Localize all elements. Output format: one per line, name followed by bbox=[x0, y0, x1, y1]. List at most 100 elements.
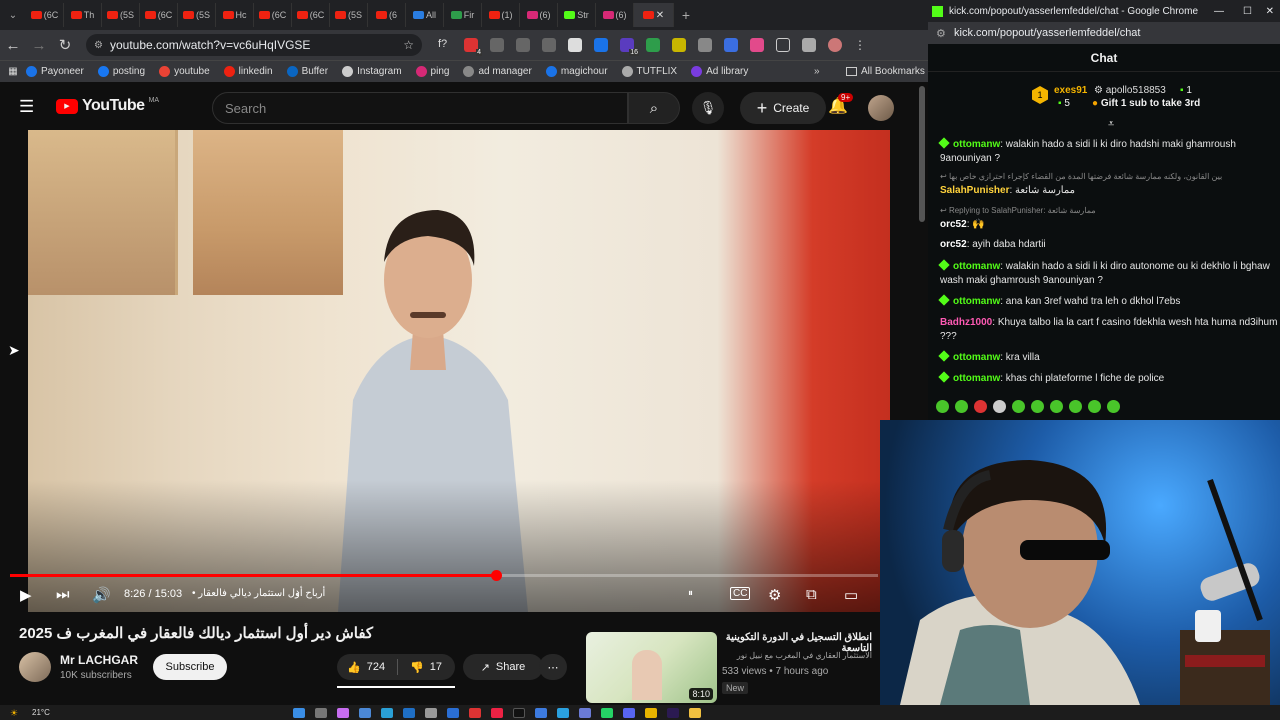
app-icon[interactable] bbox=[425, 707, 437, 718]
menu-icon[interactable]: ☰ bbox=[19, 97, 34, 117]
reload-icon[interactable]: ↻ bbox=[52, 36, 78, 54]
video-player[interactable] bbox=[28, 130, 890, 612]
gifter-name[interactable]: ⚙ apollo518853 bbox=[1094, 85, 1166, 96]
weather-icon[interactable]: ☀ bbox=[10, 708, 22, 718]
app-icon[interactable] bbox=[447, 707, 459, 718]
new-tab-icon[interactable]: + bbox=[674, 7, 698, 23]
search-input[interactable]: Search bbox=[212, 92, 628, 124]
extension-icon[interactable] bbox=[724, 38, 738, 52]
channel-name[interactable]: Mr LACHGAR bbox=[60, 653, 138, 667]
puzzle-icon[interactable] bbox=[776, 38, 790, 52]
apps-icon[interactable]: ▦ bbox=[0, 66, 26, 77]
chat-username[interactable]: ottomanw bbox=[953, 352, 1000, 363]
like-count[interactable]: 724 bbox=[367, 661, 385, 673]
extension-icon[interactable] bbox=[516, 38, 530, 52]
bookmark-item[interactable]: ping bbox=[415, 66, 449, 77]
voice-search-button[interactable]: 🎙 bbox=[692, 92, 724, 124]
gifter-name[interactable]: exes91 bbox=[1054, 85, 1087, 96]
bookmark-item[interactable]: Payoneer bbox=[26, 66, 84, 77]
account-avatar[interactable] bbox=[868, 95, 894, 121]
chevron-right-icon[interactable]: › bbox=[296, 587, 300, 599]
bookmark-item[interactable]: ad manager bbox=[463, 66, 532, 77]
back-icon[interactable]: ← bbox=[0, 37, 26, 54]
emote-icon[interactable] bbox=[1050, 400, 1063, 413]
more-actions-button[interactable]: ⋯ bbox=[539, 654, 567, 680]
bookmark-item[interactable]: posting bbox=[97, 66, 145, 77]
channel-avatar[interactable] bbox=[19, 652, 51, 682]
close-icon[interactable]: ✕ bbox=[1266, 6, 1274, 17]
chat-username[interactable]: ottomanw bbox=[953, 373, 1000, 384]
browser-tab[interactable]: (6C bbox=[26, 3, 64, 27]
recommended-video-thumbnail[interactable]: 8:10 bbox=[586, 632, 717, 703]
app-icon[interactable] bbox=[535, 707, 547, 718]
site-info-icon[interactable]: ⚙ bbox=[94, 40, 103, 51]
volume-icon[interactable]: 🔊 bbox=[92, 586, 111, 604]
recommended-channel[interactable]: الاستثمار العقاري في المغرب مع نبيل نور bbox=[722, 651, 872, 660]
browser-tab[interactable]: Str bbox=[558, 3, 596, 27]
emote-icon[interactable] bbox=[1088, 400, 1101, 413]
emote-icon[interactable] bbox=[1012, 400, 1025, 413]
app-icon[interactable] bbox=[403, 707, 415, 718]
extension-icon[interactable] bbox=[542, 38, 556, 52]
extension-icon[interactable] bbox=[698, 38, 712, 52]
progress-bar[interactable] bbox=[10, 570, 878, 581]
browser-tab[interactable]: (6) bbox=[520, 3, 558, 27]
telegram-icon[interactable] bbox=[557, 707, 569, 718]
emote-icon[interactable] bbox=[974, 400, 987, 413]
extension-icon[interactable] bbox=[646, 38, 660, 52]
chrome-icon[interactable] bbox=[645, 707, 657, 718]
media-icon[interactable] bbox=[802, 38, 816, 52]
captions-icon[interactable]: CC bbox=[730, 587, 751, 600]
extension-icon[interactable] bbox=[672, 38, 686, 52]
emote-icon[interactable] bbox=[1069, 400, 1082, 413]
windows-start-icon[interactable] bbox=[293, 707, 305, 718]
extension-icon[interactable] bbox=[490, 38, 504, 52]
emote-icon[interactable] bbox=[936, 400, 949, 413]
bookmark-item[interactable]: linkedin bbox=[223, 66, 273, 77]
chat-username[interactable]: SalahPunisher bbox=[940, 185, 1009, 196]
extension-icon[interactable] bbox=[750, 38, 764, 52]
app-icon[interactable] bbox=[579, 707, 591, 718]
subscribe-button[interactable]: Subscribe bbox=[153, 654, 227, 680]
edge-icon[interactable] bbox=[381, 707, 393, 718]
chat-username[interactable]: ottomanw bbox=[953, 261, 1000, 272]
chat-username[interactable]: ottomanw bbox=[953, 296, 1000, 307]
bookmark-item[interactable]: Ad library bbox=[691, 66, 748, 77]
browser-tab[interactable]: (5S bbox=[178, 3, 216, 27]
forward-icon[interactable]: → bbox=[26, 37, 52, 54]
chat-username[interactable]: orc52 bbox=[940, 219, 967, 230]
tab-active-youtube[interactable]: ✕ bbox=[634, 3, 674, 27]
bookmark-item[interactable]: Instagram bbox=[342, 66, 402, 77]
all-bookmarks-folder[interactable]: All Bookmarks bbox=[846, 66, 925, 77]
minimize-icon[interactable]: — bbox=[1214, 6, 1224, 17]
next-icon[interactable]: ⏭ bbox=[56, 586, 70, 603]
thumbs-up-icon[interactable]: 👍 bbox=[347, 661, 361, 674]
tab-search-icon[interactable]: ⌄ bbox=[0, 10, 26, 21]
browser-tab[interactable]: (6) bbox=[596, 3, 634, 27]
site-info-icon[interactable]: ⚙ bbox=[936, 27, 946, 40]
autoplay-toggle[interactable]: ⏸ bbox=[688, 588, 693, 599]
maximize-icon[interactable]: ☐ bbox=[1243, 6, 1252, 17]
browser-tab[interactable]: (6C bbox=[254, 3, 292, 27]
chat-username[interactable]: orc52 bbox=[940, 239, 967, 250]
browser-tab[interactable]: Fir bbox=[444, 3, 482, 27]
page-scrollbar[interactable] bbox=[919, 86, 925, 222]
close-icon[interactable]: ✕ bbox=[656, 10, 664, 21]
chat-username[interactable]: Badhz1000 bbox=[940, 317, 992, 328]
extension-icon[interactable]: 16 bbox=[620, 38, 639, 56]
discord-icon[interactable] bbox=[623, 707, 635, 718]
play-icon[interactable]: ▶ bbox=[20, 586, 32, 604]
whatsapp-icon[interactable] bbox=[601, 707, 613, 718]
search-icon[interactable] bbox=[315, 707, 327, 718]
emote-icon[interactable] bbox=[993, 400, 1006, 413]
extension-red-icon[interactable]: 4 bbox=[464, 38, 482, 56]
browser-tab[interactable]: (5S bbox=[102, 3, 140, 27]
browser-tab[interactable]: (6 bbox=[368, 3, 406, 27]
weather-temperature[interactable]: 21°C bbox=[32, 708, 50, 717]
miniplayer-icon[interactable]: ⧉ bbox=[806, 586, 817, 603]
browser-tab[interactable]: Hc bbox=[216, 3, 254, 27]
search-button[interactable]: ⌕ bbox=[628, 92, 680, 124]
bookmark-item[interactable]: magichour bbox=[545, 66, 608, 77]
emote-icon[interactable] bbox=[1031, 400, 1044, 413]
notifications-button[interactable]: 🔔 9+ bbox=[828, 93, 854, 116]
